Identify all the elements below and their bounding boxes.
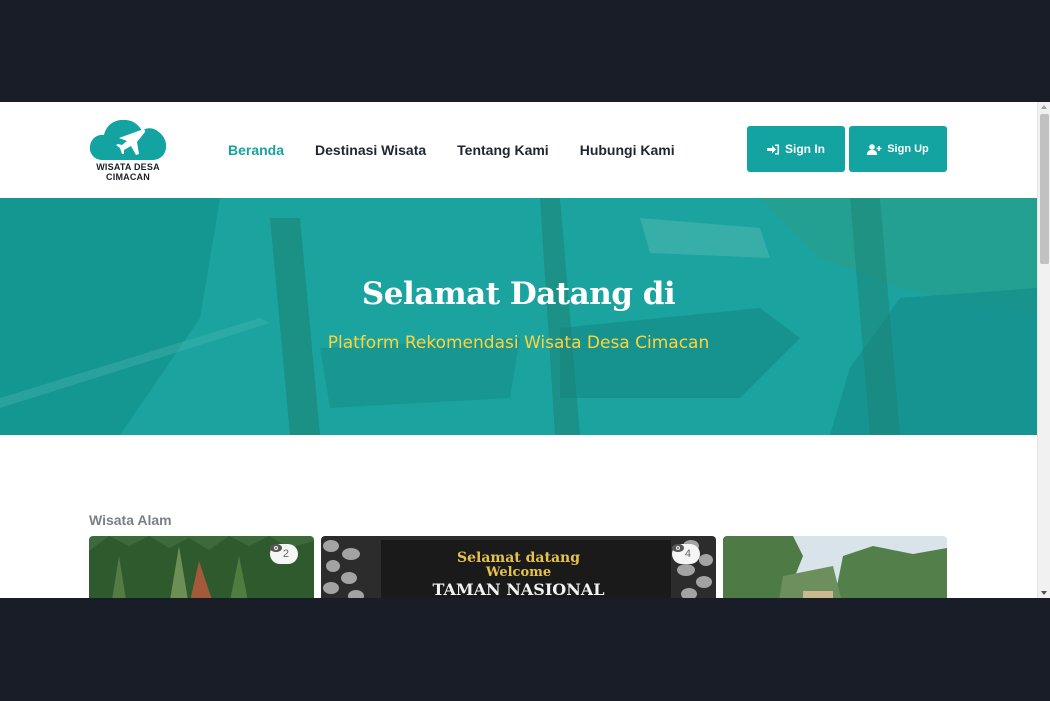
nav-item-destinasi-wisata[interactable]: Destinasi Wisata bbox=[315, 142, 426, 158]
sign-line-1: Selamat datang bbox=[457, 550, 580, 566]
sign-in-icon bbox=[767, 144, 780, 155]
sign-line-3: TAMAN NASIONAL bbox=[432, 580, 605, 598]
sign-line-2: Welcome bbox=[485, 565, 552, 580]
view-count-badge: 2 bbox=[269, 544, 298, 564]
brand-name: WISATA DESA CIMACAN bbox=[96, 162, 160, 182]
card-image bbox=[723, 536, 947, 598]
destination-card[interactable]: Selamat datang Welcome TAMAN NASIONAL 4 bbox=[321, 536, 716, 598]
hero-subtitle: Platform Rekomendasi Wisata Desa Cimacan bbox=[327, 333, 710, 353]
user-plus-icon bbox=[867, 143, 882, 155]
sign-in-label: Sign In bbox=[785, 142, 825, 156]
nav-item-beranda[interactable]: Beranda bbox=[228, 135, 284, 163]
nav-item-tentang-kami[interactable]: Tentang Kami bbox=[457, 142, 549, 158]
destination-card-list: 2 Selamat datang Welcome TAMAN NASIONAL … bbox=[89, 536, 947, 598]
main-nav: Beranda Destinasi Wisata Tentang Kami Hu… bbox=[228, 135, 706, 163]
hero-banner: Selamat Datang di Platform Rekomendasi W… bbox=[0, 198, 1037, 435]
hero-title: Selamat Datang di bbox=[361, 276, 676, 312]
sign-up-button[interactable]: Sign Up bbox=[849, 126, 947, 172]
scrollbar-thumb[interactable] bbox=[1040, 114, 1049, 264]
sign-up-label: Sign Up bbox=[887, 143, 929, 155]
destination-card[interactable]: 2 bbox=[89, 536, 314, 598]
section-title: Wisata Alam bbox=[89, 512, 172, 528]
browser-viewport: WISATA DESA CIMACAN Beranda Destinasi Wi… bbox=[0, 102, 1050, 598]
nav-item-hubungi-kami[interactable]: Hubungi Kami bbox=[580, 142, 675, 158]
scroll-down-arrow-icon[interactable] bbox=[1041, 591, 1047, 595]
vertical-scrollbar[interactable] bbox=[1037, 102, 1050, 598]
view-count: 4 bbox=[684, 548, 691, 560]
scroll-up-arrow-icon[interactable] bbox=[1041, 105, 1047, 109]
view-count-badge: 4 bbox=[671, 544, 700, 564]
destination-card[interactable] bbox=[723, 536, 947, 598]
top-frame bbox=[0, 0, 1050, 102]
brand-logo[interactable]: WISATA DESA CIMACAN bbox=[89, 116, 167, 186]
bottom-frame bbox=[0, 598, 1050, 701]
hero-background-image bbox=[0, 198, 1037, 435]
sign-in-button[interactable]: Sign In bbox=[747, 126, 845, 172]
cloud-plane-icon bbox=[89, 119, 167, 160]
navbar: WISATA DESA CIMACAN Beranda Destinasi Wi… bbox=[0, 102, 1037, 198]
view-count: 2 bbox=[282, 548, 289, 560]
